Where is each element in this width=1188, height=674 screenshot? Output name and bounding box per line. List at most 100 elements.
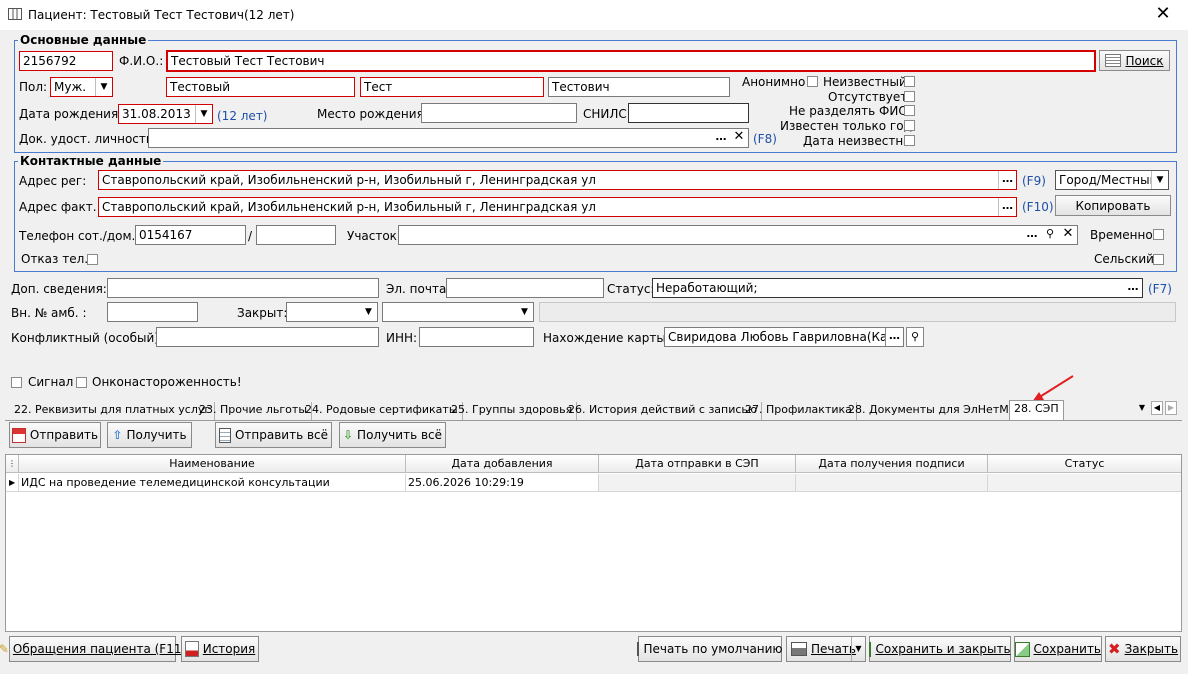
pdf-send-icon	[11, 427, 26, 443]
signal-checkbox[interactable]	[11, 377, 22, 388]
print-button[interactable]: Печать ▼	[786, 636, 866, 662]
date-unknown-checkbox[interactable]	[904, 135, 915, 146]
additional-label: Доп. сведения:	[11, 282, 107, 296]
card-location-field[interactable]: Свиридова Любовь Гавриловна(Кабинет …	[664, 327, 904, 347]
receive-button[interactable]: ⇧ Получить	[107, 422, 192, 448]
no-split-fio-checkbox[interactable]	[904, 105, 915, 116]
clear-icon[interactable]: ✕	[730, 129, 748, 147]
chevron-down-icon[interactable]: ▼	[95, 78, 112, 96]
ellipsis-icon[interactable]: …	[1023, 226, 1041, 244]
inn-field[interactable]	[419, 327, 534, 347]
window-title: Пациент: Тестовый Тест Тестович(12 лет)	[28, 8, 295, 22]
grid-header-name[interactable]: Наименование	[19, 455, 406, 473]
birth-place-label: Место рождения:	[317, 107, 428, 121]
phone-refusal-checkbox[interactable]	[87, 254, 98, 265]
ellipsis-icon[interactable]: …	[712, 129, 730, 147]
district-label: Участок:	[347, 229, 401, 243]
table-row-date-signed[interactable]	[796, 474, 988, 492]
title-bar: Пациент: Тестовый Тест Тестович(12 лет) …	[0, 0, 1188, 30]
chevron-down-icon[interactable]: ▼	[195, 105, 212, 123]
closed-select-2[interactable]: ▼	[382, 302, 534, 322]
id-doc-label: Док. удост. личность:	[19, 132, 157, 146]
close-button[interactable]: ✖ Закрыть	[1105, 636, 1181, 662]
grid-header-date-added[interactable]: Дата добавления	[406, 455, 599, 473]
reg-address-field[interactable]: Ставропольский край, Изобильненский р-н,…	[98, 170, 1017, 190]
chevron-down-icon[interactable]: ▼	[360, 303, 377, 321]
oncology-checkbox[interactable]	[76, 377, 87, 388]
district-field[interactable]: … ⚲ ✕	[398, 225, 1078, 245]
appeals-button[interactable]: ✎ Обращения пациента (F11)	[0, 636, 186, 662]
chevron-down-icon[interactable]: ▼	[516, 303, 533, 321]
tab-health-groups[interactable]: 25. Группы здоровья	[447, 402, 578, 420]
amb-field[interactable]	[107, 302, 198, 322]
row-indicator-icon[interactable]: ▶	[6, 474, 19, 492]
card-number-field[interactable]: 2156792	[19, 51, 113, 71]
search-icon[interactable]: ⚲	[906, 327, 924, 347]
last-name-field[interactable]: Тестовый	[166, 77, 355, 97]
tab-action-history[interactable]: 26. История действий с записью	[564, 402, 763, 420]
closed-select-1[interactable]: ▼	[286, 302, 378, 322]
save-close-button[interactable]: Сохранить и закрыть	[869, 636, 1011, 662]
ellipsis-icon[interactable]: …	[998, 171, 1016, 189]
year-only-checkbox[interactable]	[904, 120, 915, 131]
tab-next-icon[interactable]: ▶	[1165, 401, 1177, 415]
conflict-field[interactable]	[156, 327, 379, 347]
tab-birth-certificates[interactable]: 24. Родовые сертификаты	[301, 402, 463, 420]
phone-mobile-field[interactable]: 0154167	[135, 225, 246, 245]
tab-elnetmed-docs[interactable]: 28. Документы для ЭлНетМед	[844, 402, 1029, 420]
status-field[interactable]: Неработающий; …	[652, 278, 1143, 298]
anonymous-checkbox[interactable]	[807, 76, 818, 87]
phone-separator: /	[248, 229, 253, 243]
fio-field[interactable]: Тестовый Тест Тестович	[166, 50, 1096, 72]
search-icon[interactable]: ⚲	[1041, 226, 1059, 244]
send-button[interactable]: Отправить	[9, 422, 101, 448]
table-row-name[interactable]: ИДС на проведение телемедицинской консул…	[19, 474, 406, 492]
sex-select[interactable]: Муж. ▼	[50, 77, 113, 97]
phone-home-field[interactable]	[256, 225, 336, 245]
printer-icon	[791, 642, 807, 656]
temporary-checkbox[interactable]	[1153, 229, 1164, 240]
additional-field[interactable]	[107, 278, 379, 298]
fact-address-field[interactable]: Ставропольский край, Изобильненский р-н,…	[98, 197, 1017, 217]
ellipsis-icon[interactable]: …	[885, 328, 903, 346]
grid-header-status[interactable]: Статус	[988, 455, 1181, 473]
tab-prevention[interactable]: 27. Профилактика	[741, 402, 857, 420]
clear-icon[interactable]: ✕	[1059, 226, 1077, 244]
grid-header-date-signed[interactable]: Дата получения подписи	[796, 455, 988, 473]
print-default-button[interactable]: Печать по умолчанию	[637, 636, 783, 662]
search-button[interactable]: Поиск	[1099, 50, 1170, 71]
id-doc-field[interactable]: … ✕	[148, 128, 749, 148]
snils-field[interactable]	[628, 103, 749, 123]
birth-date-field[interactable]: 31.08.2013 ▼	[118, 104, 213, 124]
middle-name-field[interactable]: Тестович	[548, 77, 730, 97]
save-close-icon	[869, 641, 872, 657]
table-row-date-sent[interactable]	[599, 474, 796, 492]
tab-prev-icon[interactable]: ◀	[1151, 401, 1163, 415]
first-name-field[interactable]: Тест	[360, 77, 544, 97]
card-location-label: Нахождение карты:	[543, 331, 670, 345]
ellipsis-icon[interactable]: …	[998, 198, 1016, 216]
grid-header-date-sent[interactable]: Дата отправки в СЭП	[599, 455, 796, 473]
birth-place-field[interactable]	[421, 103, 577, 123]
tab-dropdown-icon[interactable]: ▼	[1136, 401, 1148, 415]
tab-sep[interactable]: 28. СЭП	[1009, 400, 1064, 421]
chevron-down-icon[interactable]: ▼	[1151, 171, 1168, 189]
email-field[interactable]	[446, 278, 604, 298]
contact-data-title: Контактные данные	[18, 154, 164, 168]
table-row-date-added[interactable]: 25.06.2026 10:29:19	[406, 474, 599, 492]
tab-paid-requisites[interactable]: 22. Реквизиты для платных услуг	[10, 402, 216, 420]
ellipsis-icon[interactable]: …	[1124, 279, 1142, 297]
tab-other-benefits[interactable]: 23. Прочие льготы	[195, 402, 313, 420]
locality-type-select[interactable]: Город/Местный ▼	[1055, 170, 1169, 190]
history-button[interactable]: История	[181, 636, 259, 662]
receive-all-button[interactable]: ⇩ Получить всё	[339, 422, 446, 448]
send-all-button[interactable]: Отправить всё	[215, 422, 332, 448]
chevron-down-icon[interactable]: ▼	[851, 637, 865, 661]
rural-checkbox[interactable]	[1153, 254, 1164, 265]
copy-button[interactable]: Копировать	[1055, 195, 1171, 216]
unknown-checkbox[interactable]	[904, 76, 915, 87]
table-row-status[interactable]	[988, 474, 1181, 492]
close-icon[interactable]: ✕	[1152, 4, 1174, 26]
save-button[interactable]: Сохранить	[1014, 636, 1102, 662]
absent-checkbox[interactable]	[904, 91, 915, 102]
